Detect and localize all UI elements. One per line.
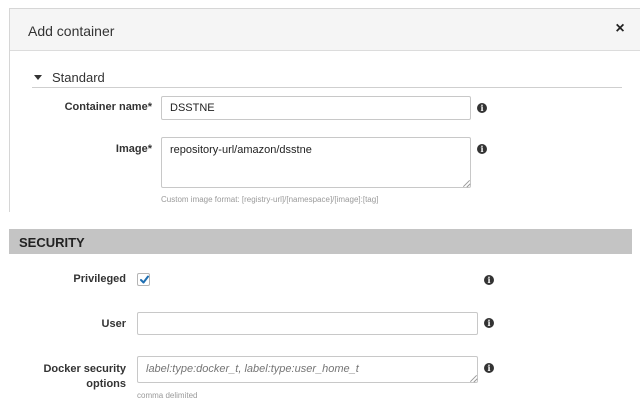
container-name-label: Container name*	[64, 101, 152, 113]
caret-down-icon	[34, 74, 42, 80]
dialog-title: Add container	[28, 23, 115, 39]
user-input[interactable]	[137, 312, 478, 335]
info-icon[interactable]: i	[484, 363, 494, 373]
privileged-checkbox[interactable]	[137, 273, 150, 286]
container-name-input[interactable]	[161, 96, 471, 120]
image-textarea[interactable]: repository-url/amazon/dsstne	[161, 137, 471, 188]
standard-section-toggle[interactable]: Standard	[34, 69, 105, 85]
standard-section-label: Standard	[52, 69, 105, 85]
docker-security-options-help-text: comma delimited	[137, 391, 198, 400]
docker-security-options-label-line2: options	[86, 378, 126, 390]
info-icon[interactable]: i	[477, 144, 487, 154]
dialog-header: Add container ×	[10, 9, 640, 51]
security-section-title: SECURITY	[19, 235, 85, 250]
info-icon[interactable]: i	[484, 275, 494, 285]
info-icon[interactable]: i	[477, 103, 487, 113]
textarea-resize-handle[interactable]	[469, 374, 477, 382]
section-divider	[32, 87, 622, 88]
image-label: Image*	[115, 143, 152, 155]
docker-security-options-input[interactable]	[137, 356, 478, 383]
security-section-header: SECURITY	[9, 229, 632, 254]
textarea-resize-handle[interactable]	[462, 179, 470, 187]
close-icon[interactable]: ×	[613, 21, 627, 37]
privileged-label: Privileged	[73, 273, 126, 285]
docker-security-options-label-line1: Docker security	[43, 363, 126, 375]
add-container-dialog: Add container × Standard Container name*…	[9, 8, 640, 212]
docker-security-options-label: Docker security options	[20, 362, 126, 392]
user-label: User	[101, 318, 126, 330]
image-help-text: Custom image format: [registry-url]/[nam…	[161, 195, 379, 204]
checkmark-icon	[140, 275, 149, 284]
info-icon[interactable]: i	[484, 318, 494, 328]
